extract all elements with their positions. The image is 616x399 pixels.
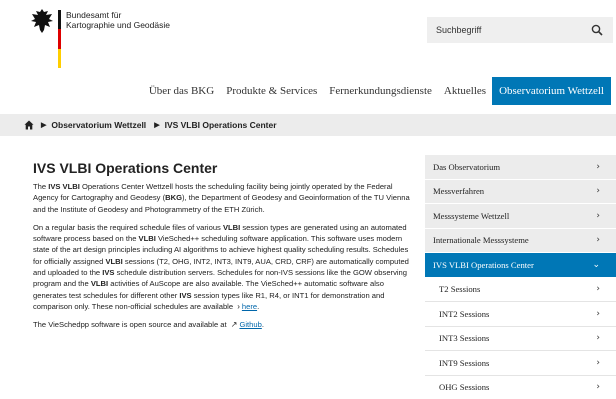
german-flag-bar [58,10,61,68]
nav-item-fernerkundungsdienste[interactable]: Fernerkundungsdienste [323,77,438,105]
sidebar-item-t2-sessions[interactable]: T2 Sessions › [425,277,616,302]
github-link[interactable]: Github [239,320,261,329]
chevron-right-icon: › [596,284,600,295]
chevron-right-icon: › [596,333,600,344]
text: . [257,301,260,311]
main-content: IVS VLBI Operations Center The IVS VLBI … [33,160,411,338]
nav-item-ueber-das-bkg[interactable]: Über das BKG [143,77,220,105]
chevron-right-icon: › [596,235,600,246]
text: On a regular basis the required schedule… [33,222,223,232]
nav-item-produkte-services[interactable]: Produkte & Services [220,77,323,105]
text: . [261,320,264,330]
sidebar-item-messverfahren[interactable]: Messverfahren › [425,179,616,204]
federal-eagle-icon [31,9,53,33]
chevron-right-icon: › [596,161,600,172]
search-placeholder: Suchbegriff [436,25,482,35]
breadcrumb-separator-icon: ▶ [154,122,160,129]
bold-text: BKG [165,193,182,203]
sidebar-item-internationale-messsysteme[interactable]: Internationale Messsysteme › [425,228,616,253]
nav-item-aktuelles[interactable]: Aktuelles [438,77,492,105]
bold-text: IVS VLBI [48,182,80,191]
sidebar-item-label: INT9 Sessions [439,357,490,368]
github-paragraph: The VieSchedpp software is open source a… [33,319,411,330]
external-link-arrow-icon: ↗ [230,320,238,330]
breadcrumb-separator-icon: ▶ [41,122,47,129]
bold-text: VLBI [105,256,123,266]
bold-text: VLBI [90,279,109,289]
sidebar-item-ivs-vlbi-operations-center[interactable]: IVS VLBI Operations Center ⌄ [425,253,616,278]
sidebar-item-label: T2 Sessions [439,284,481,295]
sidebar-item-label: INT2 Sessions [439,308,490,319]
org-name-line1: Bundesamt für [66,10,122,20]
intro-paragraph: The IVS VLBI Operations Center Wettzell … [33,181,411,215]
bold-text: VLBI [138,234,156,244]
home-icon[interactable] [24,120,34,130]
chevron-right-icon: › [596,308,600,319]
breadcrumb: ▶ Observatorium Wettzell ▶ IVS VLBI Oper… [0,114,616,136]
bold-text: VLBI [222,222,241,232]
sidebar-item-label: Messsysteme Wettzell [433,210,510,221]
chevron-down-icon: ⌄ [592,259,600,270]
org-name: Bundesamt für Kartographie und Geodäsie [66,10,170,30]
breadcrumb-item-observatorium-wettzell[interactable]: Observatorium Wettzell [51,120,146,130]
breadcrumb-item-ivs-vlbi: IVS VLBI Operations Center [164,120,277,130]
sidebar-item-label: OHG Sessions [439,382,490,393]
chevron-right-icon: › [596,210,600,221]
text: The [33,182,49,191]
chevron-right-icon: › [596,357,600,368]
sidebar-item-ohg-sessions[interactable]: OHG Sessions › [425,375,616,399]
internal-link-arrow-icon: › [237,301,240,311]
sidebar-item-messsysteme-wettzell[interactable]: Messsysteme Wettzell › [425,204,616,229]
search-icon[interactable] [591,24,603,36]
text: The VieSchedpp software is open source a… [33,320,229,330]
nav-item-observatorium-wettzell[interactable]: Observatorium Wettzell [492,77,611,105]
search-input[interactable]: Suchbegriff [427,17,613,43]
sidebar-item-int3-sessions[interactable]: INT3 Sessions › [425,326,616,351]
bold-text: IVS [179,290,192,300]
page-title: IVS VLBI Operations Center [33,160,218,176]
org-name-line2: Kartographie und Geodäsie [66,20,170,30]
sidebar-item-label: Das Observatorium [433,161,501,172]
schedule-paragraph: On a regular basis the required schedule… [33,222,411,312]
chevron-right-icon: › [596,382,600,393]
sidebar-item-label: INT3 Sessions [439,333,490,344]
sidebar-item-das-observatorium[interactable]: Das Observatorium › [425,155,616,180]
bold-text: IVS [102,268,115,278]
sidebar-item-label: Messverfahren [433,186,485,197]
sidebar-item-label: IVS VLBI Operations Center [433,259,534,270]
main-nav: Über das BKG Produkte & Services Fernerk… [143,77,611,105]
here-link[interactable]: here [242,302,257,311]
chevron-right-icon: › [596,186,600,197]
bkg-logo[interactable]: Bundesamt für Kartographie und Geodäsie [30,8,180,68]
sidebar-item-label: Internationale Messsysteme [433,235,529,246]
sidebar-item-int2-sessions[interactable]: INT2 Sessions › [425,302,616,327]
sidebar-nav: Das Observatorium › Messverfahren › Messsy… [425,155,616,399]
sidebar-item-int9-sessions[interactable]: INT9 Sessions › [425,351,616,376]
